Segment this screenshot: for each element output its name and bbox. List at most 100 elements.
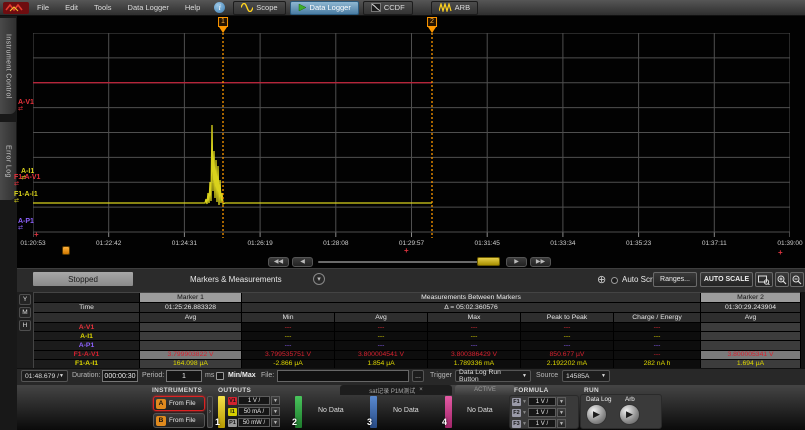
cell-avg-F1-A-V1: 3.800004541 V — [335, 351, 428, 360]
data-log-play-button[interactable]: ▶ — [586, 404, 607, 425]
i1-scale-value[interactable]: 50 mA / — [238, 407, 270, 416]
menu-file[interactable]: File — [29, 3, 57, 12]
chevron-down-icon[interactable]: ▼ — [522, 410, 527, 416]
scroll-far-right-button[interactable]: ▶▶ — [530, 257, 551, 267]
trace-handle-icon[interactable]: ⇄ — [18, 225, 34, 231]
crosshair-icon[interactable]: ⊕ — [597, 273, 606, 286]
cell-avg-A-I1: --- — [335, 332, 428, 341]
menu-tools[interactable]: Tools — [86, 3, 120, 12]
tab-arb[interactable]: ARB — [431, 1, 478, 15]
instruments-expander[interactable]: › — [207, 396, 213, 428]
f2-scale-value[interactable]: 1 V / — [528, 408, 556, 417]
menu-edit[interactable]: Edit — [57, 3, 86, 12]
zoom-out-button[interactable] — [790, 272, 804, 287]
markers-measurements-label[interactable]: Markers & Measurements — [190, 275, 282, 284]
file-input[interactable] — [277, 370, 409, 382]
cell-marker1-A-V1 — [140, 323, 242, 332]
scrollbar-track[interactable] — [318, 261, 498, 263]
trace-label-F1-A-I1[interactable]: F1-A-I1⇄ — [14, 191, 38, 204]
chevron-down-icon: ▼ — [522, 373, 527, 379]
v1-badge: V1 — [228, 397, 237, 405]
v1-scale-dropdown[interactable]: ▼ — [271, 396, 280, 405]
axis-annotation-icon[interactable] — [62, 246, 70, 255]
scroll-right-button[interactable]: ▶ — [506, 257, 527, 267]
i1-scale-dropdown[interactable]: ▼ — [271, 407, 280, 416]
instrument-b-button[interactable]: B From File — [153, 413, 205, 428]
trace-label-A-V1[interactable]: A-V1⇄ — [18, 99, 34, 112]
trace-handle-icon[interactable]: ⇄ — [14, 181, 40, 187]
duration-field[interactable]: 000:00:30 — [102, 370, 138, 382]
scroll-left-button[interactable]: ◀ — [292, 257, 313, 267]
trace-label-F1-A-V1[interactable]: F1-A-V1⇄ — [14, 174, 40, 187]
tab-data-logger[interactable]: Data Logger — [290, 1, 359, 15]
instrument-a-button[interactable]: A From File — [153, 396, 205, 411]
elapsed-time-dropdown[interactable]: 01:48.679 /▼ — [21, 370, 68, 382]
marker-tool-button[interactable]: Y — [19, 294, 31, 305]
h-marker-tool-button[interactable]: H — [19, 320, 31, 331]
tab-scope[interactable]: Scope — [233, 1, 285, 15]
p1-scale-value[interactable]: 50 mW / — [238, 418, 270, 427]
waveform-plot[interactable] — [33, 33, 790, 239]
f3-scale-dropdown[interactable]: ▼ — [557, 419, 566, 428]
arb-play-button[interactable]: ▶ — [619, 404, 640, 425]
marker-flag-2[interactable]: 2 — [427, 17, 437, 33]
trace-handle-icon[interactable]: ⇄ — [18, 106, 34, 112]
f3-scale-value[interactable]: 1 V / — [528, 419, 556, 428]
output1-v1-row: V1 1 V / ▼ — [228, 396, 280, 405]
marker-flag-1[interactable]: 1 — [218, 17, 228, 33]
f1-scale-value[interactable]: 1 V / — [528, 397, 556, 406]
app-logo — [3, 2, 29, 14]
trace-handle-icon[interactable]: ⇄ — [14, 198, 38, 204]
col-header-avg: Avg — [335, 313, 428, 323]
datalog-file-tab[interactable]: sat记录 P1M测试 × — [340, 385, 452, 395]
info-icon[interactable]: i — [214, 2, 225, 13]
auto-scroll-radio[interactable] — [611, 277, 618, 284]
period-field[interactable]: 1 — [166, 370, 202, 382]
row-label-A-P1: A-P1 — [34, 341, 140, 350]
markers-collapse-icon[interactable]: ▾ — [313, 273, 325, 285]
scrollbar-handle[interactable] — [477, 257, 500, 266]
trigger-dropdown[interactable]: Data Log Run Button▼ — [455, 370, 531, 382]
chevron-down-icon[interactable]: ▼ — [522, 421, 527, 427]
sidebar-tab-error-log[interactable]: Error Log — [0, 122, 16, 200]
ranges-button[interactable]: Ranges... — [653, 272, 697, 287]
marker1-time: 01:25:26.883328 — [140, 303, 242, 313]
menu-data-logger[interactable]: Data Logger — [120, 3, 177, 12]
x-tick-label: 01:37:11 — [702, 240, 727, 247]
row-label-F1-A-V1: F1-A-V1 — [34, 351, 140, 360]
f1-scale-dropdown[interactable]: ▼ — [557, 397, 566, 406]
close-icon[interactable]: × — [419, 387, 423, 393]
source-dropdown[interactable]: 14585A▼ — [562, 370, 610, 382]
file-browse-button[interactable]: ... — [412, 370, 424, 382]
v1-scale-value[interactable]: 1 V / — [238, 396, 270, 405]
elapsed-time-value: 01:48.679 / — [25, 373, 59, 380]
trace-label-A-P1[interactable]: A-P1⇄ — [18, 218, 34, 231]
snapshot-button[interactable] — [755, 272, 773, 287]
measure-tool-button[interactable]: M — [19, 307, 31, 318]
auto-scale-button[interactable]: AUTO SCALE — [700, 272, 753, 287]
sidebar-tab-instrument-control[interactable]: Instrument Control — [0, 18, 16, 114]
f2-scale-dropdown[interactable]: ▼ — [557, 408, 566, 417]
active-tab[interactable]: ACTIVE — [455, 385, 515, 395]
cell-marker1-F1-A-V1: 3.799903822 V — [140, 351, 242, 360]
data-logger-app: File Edit Tools Data Logger Help i Scope… — [0, 0, 805, 430]
scroll-far-left-button[interactable]: ◀◀ — [268, 257, 289, 267]
active-tab-label: ACTIVE — [474, 387, 496, 393]
axis-cursor-marker-right: + — [778, 250, 783, 256]
run-state-indicator: Stopped — [33, 272, 133, 286]
menu-help[interactable]: Help — [177, 3, 208, 12]
zoom-in-button[interactable] — [775, 272, 789, 287]
period-label: Period: — [142, 372, 164, 379]
zoom-in-icon — [777, 275, 787, 285]
browse-dots: ... — [415, 373, 421, 380]
p1-scale-dropdown[interactable]: ▼ — [271, 418, 280, 427]
chevron-down-icon[interactable]: ▼ — [522, 399, 527, 405]
marker2-time: 01:30:29.243904 — [701, 303, 801, 313]
minmax-label[interactable]: Min/Max — [228, 372, 256, 379]
f1-badge: F1 — [512, 398, 521, 406]
tab-ccdf[interactable]: CCDF — [363, 1, 413, 15]
col-header-peak-to-peak: Peak to Peak — [521, 313, 614, 323]
marker-number: 2 — [427, 17, 437, 27]
ccdf-curve-icon — [371, 3, 381, 12]
minmax-checkbox[interactable] — [216, 372, 224, 380]
